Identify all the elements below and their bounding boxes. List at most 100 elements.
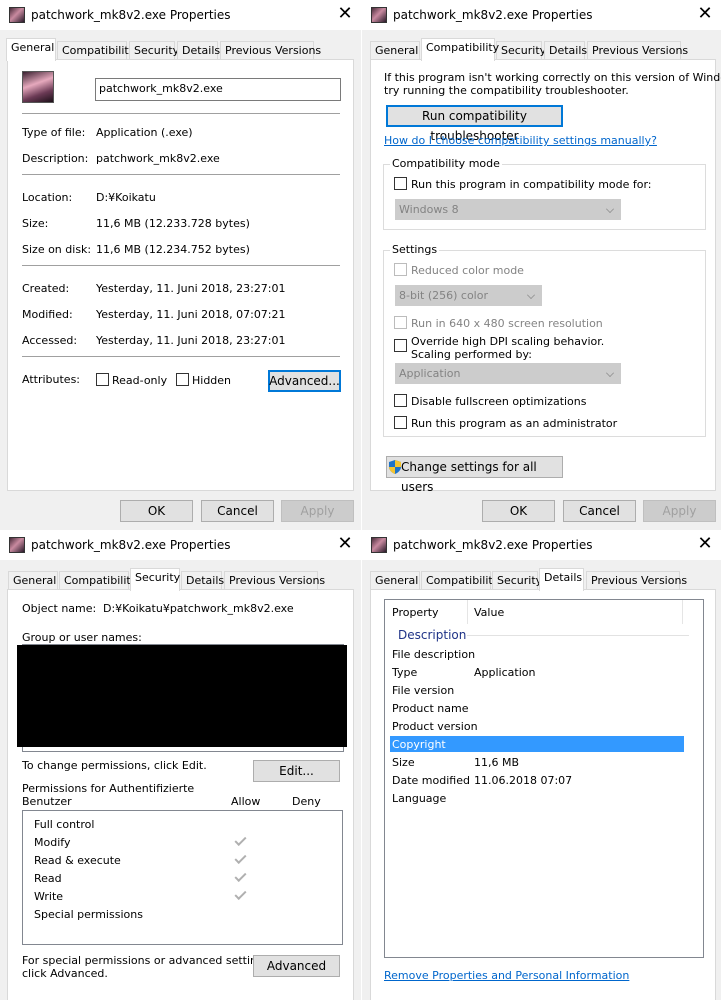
property-row[interactable]: Size 11,6 MB [390, 754, 684, 770]
hidden-label: Hidden [192, 374, 232, 387]
reduced-color-checkbox[interactable] [394, 263, 407, 276]
tab-general[interactable]: General [370, 571, 420, 590]
property-row[interactable]: Language [390, 790, 684, 806]
tab-general[interactable]: General [370, 41, 420, 60]
property-row[interactable]: Copyright [390, 736, 684, 752]
property-row[interactable]: Date modified 11.06.2018 07:07 [390, 772, 684, 788]
ok-button[interactable]: OK [120, 500, 193, 522]
tab-details[interactable]: Details [539, 568, 584, 591]
remove-properties-link[interactable]: Remove Properties and Personal Informati… [384, 969, 629, 982]
allow-check-icon [234, 833, 247, 847]
tab-previous-versions[interactable]: Previous Versions [224, 571, 325, 590]
created-value: Yesterday, 11. Juni 2018, 23:27:01 [96, 282, 286, 295]
group-names-list[interactable] [17, 644, 347, 752]
deny-header: Deny [292, 795, 321, 808]
permission-row: Modify [23, 833, 342, 852]
apply-button[interactable]: Apply [281, 500, 354, 522]
run-640-checkbox[interactable] [394, 316, 407, 329]
tab-previous-versions[interactable]: Previous Versions [587, 41, 688, 60]
tab-general[interactable]: General [8, 571, 58, 590]
readonly-checkbox[interactable] [96, 373, 109, 386]
tab-previous-versions[interactable]: Previous Versions [586, 571, 687, 590]
property-row[interactable]: Type Application [390, 664, 684, 680]
tab-previous-versions[interactable]: Previous Versions [220, 41, 321, 60]
general-panel: patchwork_mk8v2.exe Type of file: Applic… [7, 59, 354, 491]
tab-compatibility[interactable]: Compatibility [57, 41, 135, 60]
tab-general[interactable]: General [6, 38, 56, 61]
file-icon [22, 71, 54, 103]
permissions-for-line2: Benutzer [22, 795, 72, 808]
tab-details[interactable]: Details [544, 41, 587, 60]
property-name: Copyright [392, 738, 446, 751]
close-icon[interactable]: ✕ [695, 534, 715, 554]
property-row[interactable]: Product version [390, 718, 684, 734]
chevron-down-icon [606, 369, 614, 377]
permissions-list[interactable]: Full control Modify Read & execute Read … [22, 810, 343, 945]
run-troubleshooter-button[interactable]: Run compatibility troubleshooter [386, 105, 563, 143]
dpi-scaling-select[interactable]: Application [395, 363, 621, 384]
allow-check-icon [234, 869, 247, 883]
tab-security[interactable]: Security [492, 571, 542, 590]
intro-text-line1: If this program isn't working correctly … [384, 71, 721, 84]
apply-button[interactable]: Apply [643, 500, 716, 522]
edit-button[interactable]: Edit... [253, 760, 340, 782]
color-depth-select[interactable]: 8-bit (256) color [395, 285, 542, 306]
tab-compatibility[interactable]: Compatibility [421, 571, 499, 590]
window-title: patchwork_mk8v2.exe Properties [31, 8, 231, 22]
chevron-down-icon [527, 291, 535, 299]
accessed-label: Accessed: [22, 334, 78, 347]
permission-row: Read [23, 869, 342, 888]
tab-details[interactable]: Details [177, 41, 220, 60]
disable-fullscreen-checkbox[interactable] [394, 394, 407, 407]
hidden-checkbox[interactable] [176, 373, 189, 386]
compat-mode-select[interactable]: Windows 8 [395, 199, 621, 220]
close-icon[interactable]: ✕ [335, 534, 355, 554]
cancel-button[interactable]: Cancel [563, 500, 636, 522]
run-as-admin-checkbox[interactable] [394, 416, 407, 429]
size-value: 11,6 MB (12.233.728 bytes) [96, 217, 250, 230]
separator [22, 174, 340, 175]
column-divider[interactable] [467, 600, 468, 624]
tab-compatibility[interactable]: Compatibility [59, 571, 137, 590]
change-all-users-button[interactable]: Change settings for all users [386, 456, 563, 494]
details-list[interactable]: Property Value Description File descript… [384, 599, 704, 958]
tab-security[interactable]: Security [129, 41, 179, 60]
properties-window-details: patchwork_mk8v2.exe Properties ✕ General… [362, 530, 721, 1000]
properties-window-compatibility: patchwork_mk8v2.exe Properties ✕ General… [362, 0, 721, 530]
property-row[interactable]: File version [390, 682, 684, 698]
advanced-button[interactable]: Advanced [253, 955, 340, 977]
modified-value: Yesterday, 11. Juni 2018, 07:07:21 [96, 308, 286, 321]
manual-settings-link[interactable]: How do I choose compatibility settings m… [384, 134, 657, 147]
app-icon [371, 537, 387, 553]
separator [22, 356, 340, 357]
cancel-button[interactable]: Cancel [201, 500, 274, 522]
column-header-row: Property Value [385, 600, 703, 624]
property-row[interactable]: Product name [390, 700, 684, 716]
column-divider[interactable] [682, 600, 683, 624]
allow-check-icon [234, 887, 247, 901]
tab-security[interactable]: Security [496, 41, 546, 60]
property-row[interactable]: File description [390, 646, 684, 662]
column-header-value[interactable]: Value [474, 606, 504, 619]
accessed-value: Yesterday, 11. Juni 2018, 23:27:01 [96, 334, 286, 347]
tab-security[interactable]: Security [130, 568, 180, 591]
override-dpi-checkbox[interactable] [394, 339, 407, 352]
ok-button[interactable]: OK [482, 500, 555, 522]
close-icon[interactable]: ✕ [335, 4, 355, 24]
chevron-down-icon [606, 205, 614, 213]
tab-details[interactable]: Details [181, 571, 224, 590]
property-name: Product name [392, 702, 469, 715]
advanced-button[interactable]: Advanced... [268, 370, 341, 392]
compat-mode-checkbox[interactable] [394, 177, 407, 190]
close-icon[interactable]: ✕ [695, 4, 715, 24]
permission-row: Read & execute [23, 851, 342, 870]
intro-text-line2: try running the compatibility troublesho… [384, 84, 629, 97]
column-header-property[interactable]: Property [392, 606, 439, 619]
location-label: Location: [22, 191, 73, 204]
tab-compatibility[interactable]: Compatibility [421, 38, 499, 61]
title-bar: patchwork_mk8v2.exe Properties ✕ [362, 0, 721, 30]
file-name-field[interactable]: patchwork_mk8v2.exe [95, 78, 341, 101]
property-name: Product version [392, 720, 478, 733]
security-panel: Object name: D:¥Koikatu¥patchwork_mk8v2.… [7, 589, 354, 1000]
size-on-disk-label: Size on disk: [22, 243, 92, 256]
